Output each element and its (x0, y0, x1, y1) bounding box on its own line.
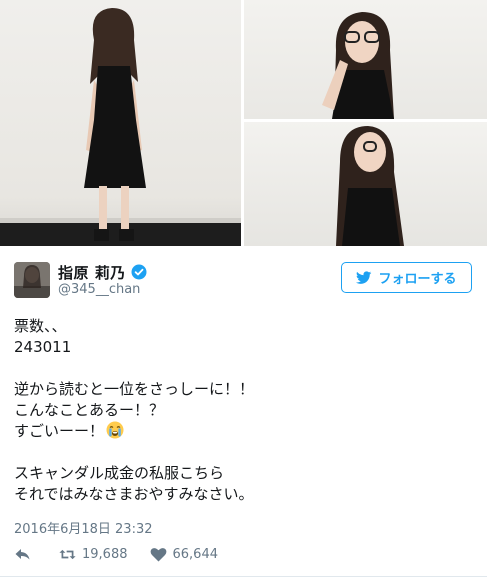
loudly-crying-face-emoji-icon (106, 421, 124, 439)
tweet-line: 243011 (14, 338, 72, 356)
twitter-bird-icon (356, 270, 372, 284)
user-name-row: 指原 莉乃 (58, 262, 147, 282)
retweet-icon (59, 549, 76, 559)
tweet-card: 指原 莉乃 @345__chan フォローする 票数、、 243011 逆から読… (0, 246, 487, 580)
tweet-line: 逆から読むと一位をさっしーに！！ (14, 380, 255, 398)
follow-button[interactable]: フォローする (341, 262, 472, 293)
retweet-count: 19,688 (82, 546, 128, 562)
display-name[interactable]: 指原 莉乃 (58, 262, 126, 283)
reply-icon (15, 548, 30, 559)
tweet-photo-grid (0, 0, 487, 246)
like-count: 66,644 (172, 546, 219, 562)
reply-button[interactable] (14, 547, 37, 562)
tweet-photo-3[interactable] (244, 122, 487, 246)
tweet-photo-2[interactable] (244, 0, 487, 119)
tweet-line: それではみなさまおやすみなさい。 (14, 485, 254, 503)
like-button[interactable]: 66,644 (150, 546, 219, 562)
tweet-line: すごいーー！ (14, 422, 105, 440)
tweet-photo-1[interactable] (0, 0, 241, 246)
follow-button-label: フォローする (378, 272, 457, 287)
tweet-actions: 19,688 66,644 (14, 544, 240, 564)
user-handle[interactable]: @345__chan (58, 282, 140, 297)
heart-icon (150, 547, 166, 561)
tweet-text: 票数、、 243011 逆から読むと一位をさっしーに！！ こんなことあるー！？ … (14, 316, 474, 505)
tweet-line: 票数、、 (14, 317, 67, 335)
divider (0, 576, 487, 577)
tweet-line: スキャンダル成金の私服こちら (14, 464, 225, 482)
avatar[interactable] (14, 262, 50, 298)
tweet-timestamp[interactable]: 2016年6月18日 23:32 (14, 518, 153, 537)
tweet-line-with-emoji: すごいーー！ (14, 421, 474, 442)
tweet-line: こんなことあるー！？ (14, 401, 165, 419)
retweet-button[interactable]: 19,688 (59, 547, 128, 562)
verified-badge-icon (131, 264, 147, 280)
